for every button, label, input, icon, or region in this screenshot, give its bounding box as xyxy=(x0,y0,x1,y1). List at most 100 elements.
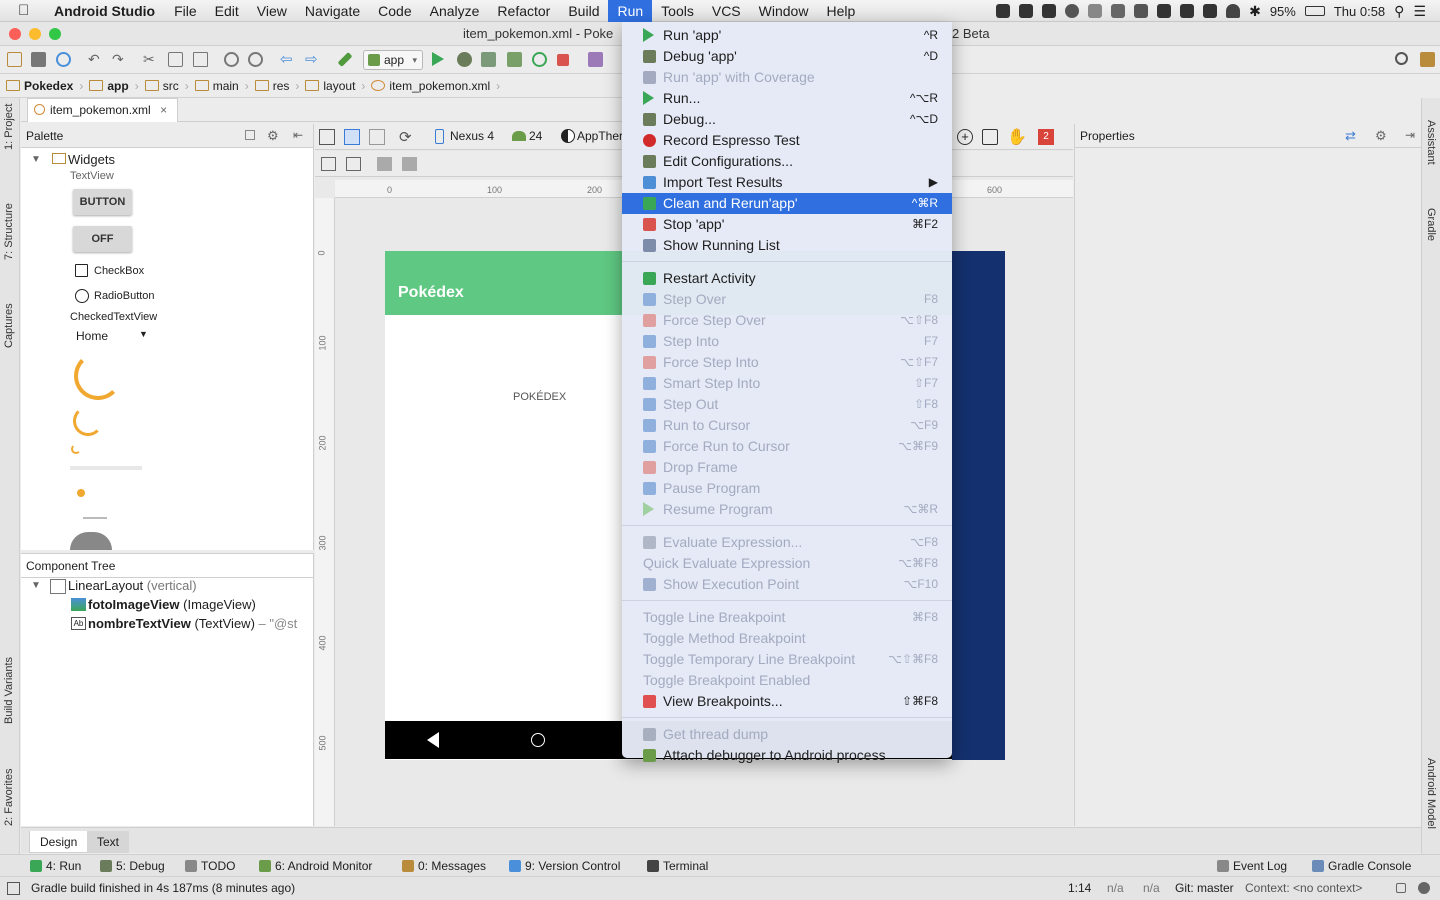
close-tab-icon[interactable]: × xyxy=(160,103,167,117)
run-menu-item[interactable]: Step Out ⇧F8 xyxy=(622,394,952,415)
status-plus-icon[interactable] xyxy=(1019,4,1034,18)
tool-window-terminal[interactable]: Terminal xyxy=(647,859,708,873)
orientation-icon[interactable]: ⟳ xyxy=(399,128,412,146)
run-menu-item[interactable]: Toggle Breakpoint Enabled xyxy=(622,670,952,691)
project-tool-tab[interactable]: 1: Project xyxy=(3,104,15,150)
tool-window-gradle-console[interactable]: Gradle Console xyxy=(1312,859,1411,873)
gear-icon[interactable]: ⚙ xyxy=(1375,128,1387,144)
bluetooth-icon[interactable]: ✱ xyxy=(1249,3,1261,20)
run-menu-item[interactable]: View Breakpoints... ⇧⌘F8 xyxy=(622,691,952,712)
status-app-icon[interactable] xyxy=(996,4,1011,18)
menu-help[interactable]: Help xyxy=(817,0,864,22)
swap-view-icon[interactable]: ⇄ xyxy=(1345,128,1356,144)
save-icon[interactable] xyxy=(31,52,46,67)
undo-icon[interactable]: ↶ xyxy=(88,52,103,67)
run-menu-item[interactable]: Resume Program ⌥⌘R xyxy=(622,499,952,520)
close-window-button[interactable] xyxy=(9,28,21,40)
tab-design[interactable]: Design xyxy=(29,831,89,853)
run-menu-item[interactable]: Step Into F7 xyxy=(622,331,952,352)
menu-analyze[interactable]: Analyze xyxy=(421,0,489,22)
run-menu-item[interactable]: Run 'app' ^R xyxy=(622,25,952,46)
tool-window-android-monitor[interactable]: 6: Android Monitor xyxy=(259,859,372,873)
breadcrumb-item[interactable]: layout › xyxy=(305,79,365,93)
palette-item-button[interactable]: BUTTON xyxy=(73,189,132,215)
run-menu-item[interactable]: Stop 'app' ⌘F2 xyxy=(622,214,952,235)
database-icon[interactable] xyxy=(1134,4,1149,18)
cut-icon[interactable]: ✂ xyxy=(143,52,158,67)
lock-icon[interactable] xyxy=(1396,883,1406,893)
tree-node-nombretextview[interactable]: nombreTextView (TextView) – "@st xyxy=(88,616,297,631)
gear-icon[interactable]: ⚙ xyxy=(267,128,279,144)
tool-window-debug[interactable]: 5: Debug xyxy=(100,859,165,873)
palette-item-radiobutton[interactable]: RadioButton xyxy=(94,290,155,302)
progressbar-horizontal-icon[interactable] xyxy=(70,466,142,470)
back-icon[interactable]: ⇦ xyxy=(280,52,295,67)
run-configuration-selector[interactable]: app ▾ xyxy=(363,50,424,70)
tool-window-todo[interactable]: TODO xyxy=(185,859,235,873)
tool-window-event-log[interactable]: Event Log xyxy=(1217,859,1287,873)
glasses-icon[interactable] xyxy=(1111,4,1126,18)
design-view-icon[interactable] xyxy=(319,129,335,145)
run-menu-item[interactable]: Debug 'app' ^D xyxy=(622,46,952,67)
run-menu-item[interactable]: Drop Frame xyxy=(622,457,952,478)
run-menu-item[interactable]: Toggle Line Breakpoint ⌘F8 xyxy=(622,607,952,628)
infer-constraints-icon[interactable] xyxy=(402,157,417,171)
apple-icon[interactable]:  xyxy=(18,2,38,19)
run-menu-item[interactable]: Toggle Method Breakpoint xyxy=(622,628,952,649)
copy-icon[interactable] xyxy=(168,52,183,67)
run-menu-item[interactable]: Evaluate Expression... ⌥F8 xyxy=(622,532,952,553)
run-menu-item[interactable]: Show Running List xyxy=(622,235,952,256)
run-menu-item[interactable]: Clean and Rerun'app' ^⌘R xyxy=(622,193,952,214)
menu-edit[interactable]: Edit xyxy=(206,0,248,22)
display-icon[interactable] xyxy=(1203,4,1218,18)
autoconnect-icon[interactable] xyxy=(346,157,361,171)
git-branch[interactable]: Git: master xyxy=(1175,881,1234,895)
run-menu-item[interactable]: Run... ^⌥R xyxy=(622,88,952,109)
zoom-in-icon[interactable]: + xyxy=(957,129,973,145)
run-menu-item[interactable]: Force Step Into ⌥⇧F7 xyxy=(622,352,952,373)
tab-text[interactable]: Text xyxy=(87,831,130,853)
search-everywhere-icon[interactable] xyxy=(1395,52,1408,65)
run-menu-item[interactable]: Debug... ^⌥D xyxy=(622,109,952,130)
palette-item-textview[interactable]: TextView xyxy=(70,170,114,182)
quickcontactbadge-icon[interactable] xyxy=(70,532,112,550)
redo-icon[interactable]: ↷ xyxy=(112,52,127,67)
progressbar-icon[interactable] xyxy=(73,406,103,436)
replace-icon[interactable] xyxy=(248,52,263,67)
shield-icon[interactable] xyxy=(1088,4,1103,18)
breadcrumb-item[interactable]: Pokedex › xyxy=(6,79,83,93)
run-menu-item[interactable]: Get thread dump xyxy=(622,724,952,745)
apply-changes-icon[interactable] xyxy=(532,52,547,67)
tree-node-fotoimageview[interactable]: fotoImageView (ImageView) xyxy=(88,597,256,612)
run-menu-item[interactable]: Import Test Results ▶ xyxy=(622,172,952,193)
blueprint-view-icon[interactable] xyxy=(344,129,360,145)
wifi-icon[interactable] xyxy=(1226,4,1241,18)
open-folder-icon[interactable] xyxy=(7,52,22,67)
forward-icon[interactable]: ⇨ xyxy=(305,52,320,67)
tool-window-version-control[interactable]: 9: Version Control xyxy=(509,859,620,873)
preview-textview[interactable]: POKÉDEX xyxy=(513,391,566,403)
run-menu-item[interactable]: Pause Program xyxy=(622,478,952,499)
inspector-icon[interactable] xyxy=(1418,882,1430,894)
blueprint-preview[interactable] xyxy=(952,251,1005,760)
notification-center-icon[interactable]: ☰ xyxy=(1413,3,1426,20)
status-message[interactable]: Gradle build finished in 4s 187ms (8 min… xyxy=(31,881,295,895)
favorites-tool-tab[interactable]: 2: Favorites xyxy=(3,769,15,826)
palette-item-checkbox[interactable]: CheckBox xyxy=(94,265,144,277)
run-menu-item[interactable]: Record Espresso Test xyxy=(622,130,952,151)
seekbar-discrete-icon[interactable] xyxy=(83,517,107,519)
run-menu-item[interactable]: Force Step Over ⌥⇧F8 xyxy=(622,310,952,331)
menu-view[interactable]: View xyxy=(248,0,296,22)
line-separator[interactable]: n/a xyxy=(1107,881,1124,895)
android-model-tool-tab[interactable]: Android Model xyxy=(1425,758,1437,829)
collapse-icon[interactable] xyxy=(245,130,255,140)
spotlight-icon[interactable]: ⚲ xyxy=(1394,3,1404,20)
breadcrumb-item[interactable]: res › xyxy=(254,79,299,93)
menu-window[interactable]: Window xyxy=(750,0,818,22)
breadcrumb-item[interactable]: item_pokemon.xml › xyxy=(371,79,500,93)
minimize-window-button[interactable] xyxy=(29,28,41,40)
breadcrumb-item[interactable]: app › xyxy=(89,79,139,93)
warnings-badge[interactable]: 2 xyxy=(1038,129,1054,145)
theme-selector[interactable]: AppTher xyxy=(577,129,623,143)
tree-node-linearlayout[interactable]: LinearLayout (vertical) xyxy=(68,578,197,593)
